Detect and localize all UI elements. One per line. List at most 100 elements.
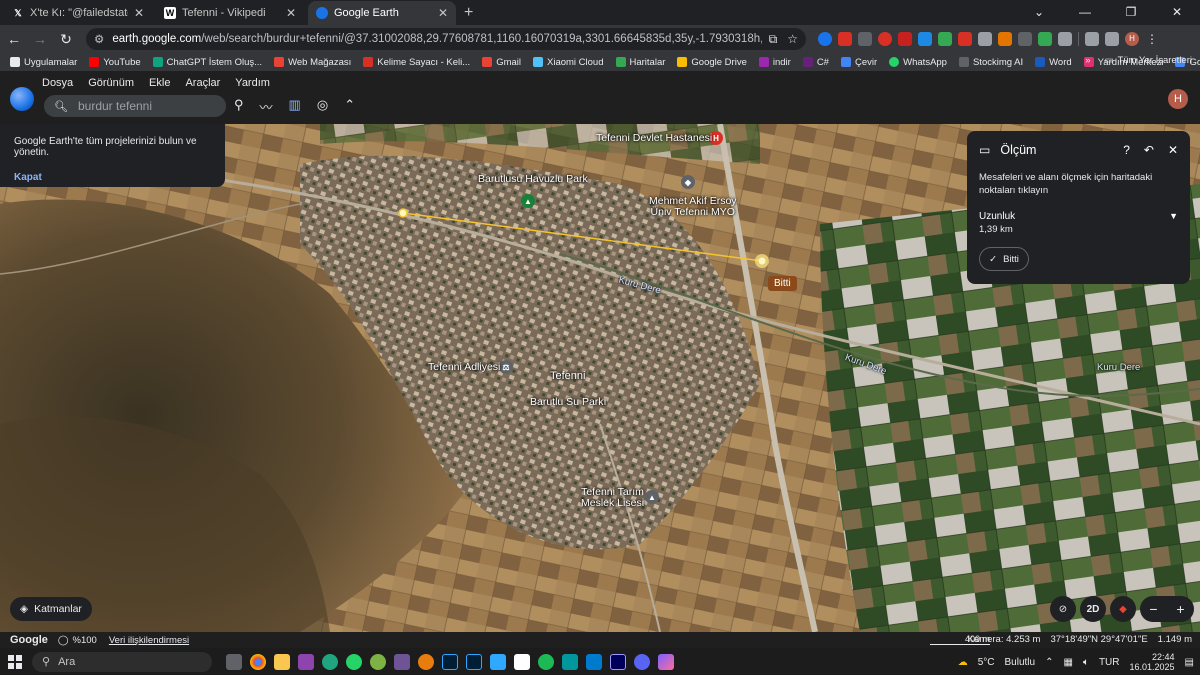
lightroom-icon[interactable]	[442, 653, 458, 670]
taskbar-search[interactable]: ⚲ Ara	[32, 651, 212, 672]
github-desktop-icon[interactable]	[394, 653, 410, 670]
menu-kebab-icon[interactable]: ⋮	[1145, 32, 1159, 46]
bookmark-apps[interactable]: Uygulamalar	[10, 57, 77, 68]
map-label-town[interactable]: Tefenni	[550, 370, 585, 382]
arduino-icon[interactable]	[562, 653, 578, 670]
collapse-chevron-up-icon[interactable]: ⌃	[344, 97, 355, 116]
weather-cloud-icon[interactable]: ☁	[958, 657, 968, 668]
reload-button[interactable]: ↻	[54, 31, 78, 48]
tab-x[interactable]: 𝕏 X'te Kı: "@failedstatenjoy En uz ✕	[4, 1, 152, 25]
earth-user-avatar[interactable]: H	[1168, 89, 1188, 109]
download-icon[interactable]	[1105, 32, 1119, 46]
photoshop-icon[interactable]	[466, 653, 482, 670]
bookmark-stockimg[interactable]: Stockimg AI	[958, 57, 1023, 68]
extension-icon[interactable]	[1018, 32, 1032, 46]
more-bookmarks-button[interactable]: »	[1085, 55, 1090, 66]
adblock-icon[interactable]	[878, 32, 892, 46]
path-tool-icon[interactable]: 〰	[260, 97, 273, 116]
tab-search-icon[interactable]: ⌄	[1016, 0, 1062, 24]
bookmark-translate[interactable]: Çevir	[840, 57, 877, 68]
extension-icon[interactable]	[958, 32, 972, 46]
extension-icon[interactable]	[1038, 32, 1052, 46]
discord-icon[interactable]	[634, 653, 650, 670]
copilot-icon[interactable]	[658, 653, 674, 670]
placemark-pin-icon[interactable]: ⚲	[234, 97, 244, 116]
menu-tools[interactable]: Araçlar	[185, 77, 220, 89]
menu-file[interactable]: Dosya	[42, 77, 73, 89]
extension-icon[interactable]	[998, 32, 1012, 46]
bookmark-gmail[interactable]: Gmail	[482, 57, 521, 68]
google-earth-logo-icon[interactable]	[10, 87, 34, 111]
menu-add[interactable]: Ekle	[149, 77, 170, 89]
search-input[interactable]: burdur tefenni	[78, 99, 152, 113]
close-tab-icon[interactable]: ✕	[438, 6, 448, 20]
measure-done-button[interactable]: ✓ Bitti	[979, 247, 1029, 271]
measure-finish-tag[interactable]: Bitti	[768, 276, 797, 291]
zoom-in-button[interactable]: +	[1176, 601, 1184, 617]
restore-button[interactable]: ❐	[1108, 0, 1154, 24]
app-icon[interactable]	[370, 653, 386, 670]
vscode-icon[interactable]	[586, 653, 602, 670]
compass-icon[interactable]: ◆	[1110, 596, 1136, 622]
measure-ruler-icon[interactable]: ▥	[289, 97, 301, 116]
whatsapp-icon[interactable]	[346, 653, 362, 670]
blender-icon[interactable]	[418, 653, 434, 670]
bookmark-chatgpt[interactable]: ChatGPT İstem Oluş...	[152, 57, 262, 68]
bookmark-whatsapp[interactable]: WhatsApp	[889, 57, 947, 68]
bookmark-youtube[interactable]: YouTube	[89, 57, 141, 68]
bookmark-webstore[interactable]: Web Mağazası	[274, 57, 351, 68]
layers-button[interactable]: ◈ Katmanlar	[10, 597, 92, 621]
help-icon[interactable]: ?	[1123, 143, 1130, 157]
zoom-out-button[interactable]: −	[1149, 601, 1157, 617]
new-tab-button[interactable]: +	[464, 1, 473, 25]
menu-view[interactable]: Görünüm	[88, 77, 134, 89]
visual-studio-icon[interactable]	[298, 653, 314, 670]
profile-avatar[interactable]: H	[1125, 32, 1139, 46]
measure-start-point[interactable]	[398, 208, 408, 218]
address-bar[interactable]: ⚙ earth.google.com/web/search/burdur+tef…	[86, 28, 806, 50]
after-effects-icon[interactable]	[610, 653, 626, 670]
clock[interactable]: 22:44 16.01.2025	[1130, 652, 1175, 672]
windows-start-icon[interactable]	[8, 654, 22, 669]
volume-icon[interactable]: 🔈︎	[1083, 657, 1089, 668]
close-window-button[interactable]: ✕	[1154, 0, 1200, 24]
map-label-courthouse[interactable]: Tefenni Adliyesi	[428, 361, 500, 373]
measure-unit-select[interactable]: Uzunluk ▼	[979, 211, 1178, 222]
language-indicator[interactable]: TUR	[1099, 657, 1120, 668]
extension-icon[interactable]	[978, 32, 992, 46]
chrome-icon[interactable]	[250, 653, 266, 670]
bookmark-drive[interactable]: Google Drive	[677, 57, 747, 68]
extension-icon[interactable]	[938, 32, 952, 46]
bookmark-maps[interactable]: Haritalar	[615, 57, 665, 68]
notifications-icon[interactable]: ▤	[1185, 657, 1194, 668]
edge-icon[interactable]	[322, 653, 338, 670]
menu-help[interactable]: Yardım	[235, 77, 270, 89]
park-pin-icon[interactable]: ▲	[521, 194, 535, 208]
minimize-button[interactable]: —	[1062, 0, 1108, 24]
close-icon[interactable]: ✕	[1168, 143, 1178, 157]
tray-overflow-icon[interactable]: ⌃	[1045, 657, 1053, 668]
tab-google-earth[interactable]: Google Earth ✕	[308, 1, 456, 25]
location-off-icon[interactable]: ⊘	[1050, 596, 1076, 622]
bookmark-csharp[interactable]: C#	[802, 57, 829, 68]
chevron-down-icon[interactable]: ▼	[1169, 211, 1178, 222]
map-label-university[interactable]: Mehmet Akif Ersoy Üniv Tefenni MYO	[649, 196, 737, 218]
extension-icon[interactable]	[898, 32, 912, 46]
extension-icon[interactable]	[918, 32, 932, 46]
task-view-icon[interactable]	[226, 653, 242, 670]
view-mode-toggle[interactable]: 2D	[1080, 596, 1106, 622]
weather-temp[interactable]: 5°C	[978, 657, 995, 668]
site-info-icon[interactable]: ⚙	[94, 32, 104, 46]
photoshop-alt-icon[interactable]	[490, 653, 506, 670]
spotify-icon[interactable]	[538, 653, 554, 670]
extension-icon[interactable]	[858, 32, 872, 46]
media-icon[interactable]	[1085, 32, 1099, 46]
school-pin-icon[interactable]: ▲	[645, 490, 659, 504]
map-label-water-park[interactable]: Barutlu Su Parkı	[530, 396, 606, 408]
close-tab-icon[interactable]: ✕	[134, 6, 144, 20]
map-label-hospital[interactable]: Tefenni Devlet Hastanesi	[596, 132, 712, 144]
bookmark-indir[interactable]: indir	[758, 57, 791, 68]
earth-search-box[interactable]: 🔍︎ burdur tefenni	[44, 95, 226, 117]
extension-icon[interactable]	[838, 32, 852, 46]
bookmark-word-counter[interactable]: Kelime Sayacı - Keli...	[363, 57, 470, 68]
